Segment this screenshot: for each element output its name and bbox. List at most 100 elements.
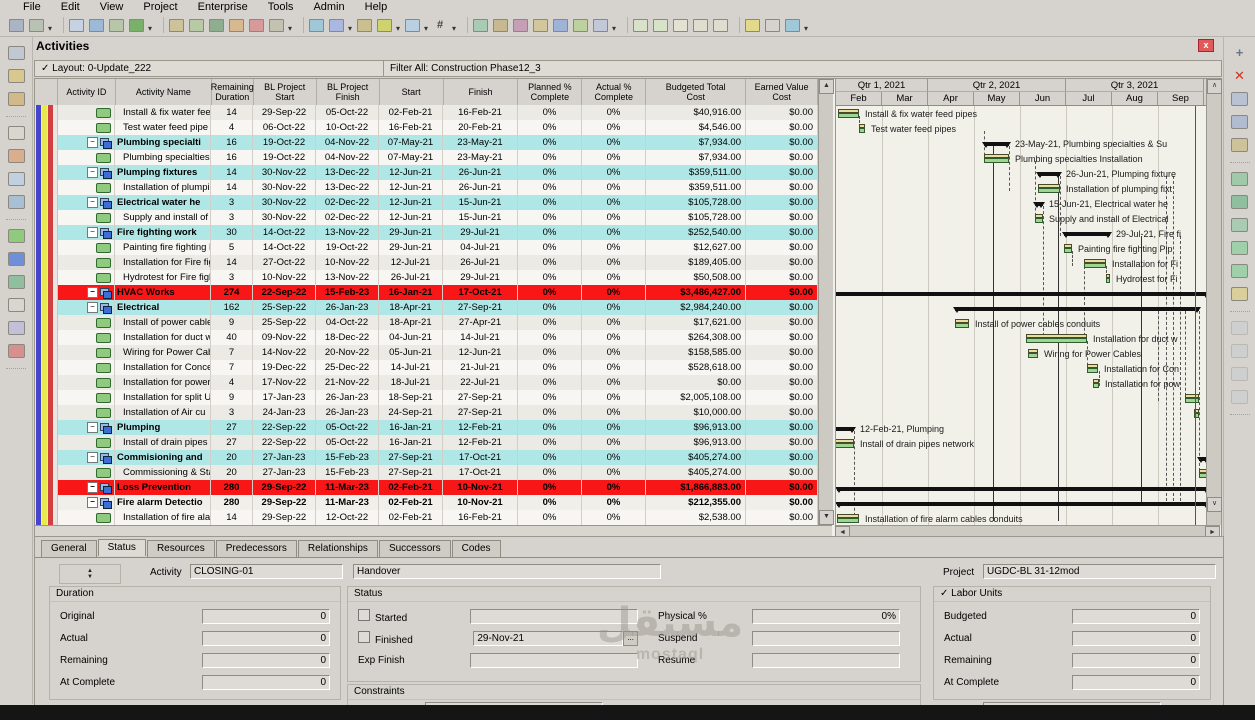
caret-down-icon[interactable]: ▾ xyxy=(422,17,430,33)
assign-resource-icon[interactable] xyxy=(1230,169,1250,188)
menu-help[interactable]: Help xyxy=(356,1,397,13)
menu-project[interactable]: Project xyxy=(134,1,186,13)
table-row[interactable]: Installation of plumpi 14 30-Nov-22 13-Dec-… xyxy=(57,180,818,195)
collapse-icon[interactable]: − xyxy=(87,197,98,208)
group-sort-icon[interactable] xyxy=(403,17,421,34)
labor-field[interactable]: 0 xyxy=(1072,609,1200,624)
table-row[interactable]: Installation for split U 9 17-Jan-23 26-Jan… xyxy=(57,390,818,405)
spinner-down-icon[interactable]: ▼ xyxy=(87,574,93,580)
table-row[interactable]: Installation for power 4 17-Nov-22 21-Nov-2… xyxy=(57,375,818,390)
tab-relationships[interactable]: Relationships xyxy=(297,540,378,557)
table-row[interactable]: Wiring for Power Cab 7 14-Nov-22 20-Nov-22 0… xyxy=(57,345,818,360)
clear-icon[interactable] xyxy=(267,17,285,34)
help-question-icon[interactable] xyxy=(763,17,781,34)
task-bar[interactable] xyxy=(1084,259,1106,268)
task-bar[interactable] xyxy=(1026,334,1087,343)
column-header-7[interactable]: Planned % Complete xyxy=(518,79,583,105)
timescale-month[interactable]: Sep xyxy=(1158,92,1204,105)
collapse-icon[interactable]: − xyxy=(87,302,98,313)
zoom-in-icon[interactable] xyxy=(631,17,649,34)
finished-checkbox[interactable] xyxy=(358,631,370,643)
timescale-month[interactable]: Jun xyxy=(1020,92,1066,105)
task-bar[interactable] xyxy=(1106,274,1110,283)
gantt-view-icon[interactable] xyxy=(87,17,105,34)
duration-field[interactable]: 0 xyxy=(202,609,330,624)
open-project-icon[interactable] xyxy=(6,66,26,85)
task-bar[interactable] xyxy=(1087,364,1098,373)
caret-down-icon[interactable]: ▾ xyxy=(286,17,294,33)
column-header-4[interactable]: BL Project Finish xyxy=(317,79,380,105)
activity-id-field[interactable]: CLOSING-01 xyxy=(190,564,343,579)
layout-selector[interactable]: ✓ Layout: 0-Update_222 xyxy=(35,61,384,76)
summary-bar[interactable] xyxy=(953,307,1201,313)
task-bar[interactable] xyxy=(955,319,969,328)
project-field[interactable]: UGDC-BL 31-12mod xyxy=(983,564,1216,579)
summary-bar[interactable] xyxy=(982,142,1011,148)
exp-finish-field[interactable] xyxy=(470,653,638,668)
collapse-icon[interactable]: − xyxy=(87,167,98,178)
summary-bar[interactable] xyxy=(836,292,1207,298)
physical-field[interactable]: 0% xyxy=(752,609,900,624)
started-field[interactable] xyxy=(470,609,638,624)
column-header-9[interactable]: Budgeted Total Cost xyxy=(646,79,747,105)
menu-tools[interactable]: Tools xyxy=(259,1,303,13)
task-bar[interactable] xyxy=(1093,379,1099,388)
assignments-icon[interactable] xyxy=(6,272,26,291)
duration-field[interactable]: 0 xyxy=(202,653,330,668)
table-row[interactable]: − HVAC Works 274 22-Sep-22 15-Feb-23 16-Jan-2… xyxy=(57,285,818,300)
filter-selector[interactable]: Filter All: Construction Phase12_3 xyxy=(384,63,1221,74)
table-row[interactable]: Installation for duct w 40 09-Nov-22 18-Dec… xyxy=(57,330,818,345)
caret-down-icon[interactable]: ▾ xyxy=(394,17,402,33)
tab-general[interactable]: General xyxy=(41,540,97,557)
menu-admin[interactable]: Admin xyxy=(304,1,353,13)
timescale-month[interactable]: Jul xyxy=(1066,92,1112,105)
import-icon[interactable] xyxy=(6,89,26,108)
copy-icon[interactable] xyxy=(1230,112,1250,131)
shift-left-icon[interactable] xyxy=(1230,364,1250,383)
collapse-icon[interactable]: − xyxy=(87,422,98,433)
task-bar[interactable] xyxy=(838,109,859,118)
print-icon[interactable] xyxy=(7,17,25,34)
level-icon[interactable] xyxy=(491,17,509,34)
menu-file[interactable]: File xyxy=(14,1,50,13)
store-period-icon[interactable] xyxy=(551,17,569,34)
update-progress-icon[interactable] xyxy=(247,17,265,34)
report-icon[interactable] xyxy=(591,17,609,34)
summary-bar[interactable] xyxy=(1036,172,1062,178)
assign-successor-icon[interactable] xyxy=(1230,261,1250,280)
reports-icon[interactable] xyxy=(6,169,26,188)
task-bar[interactable] xyxy=(984,154,1009,163)
column-header-5[interactable]: Start xyxy=(380,79,444,105)
summary-bar[interactable] xyxy=(1033,202,1045,208)
table-row[interactable]: Install of drain pipes 27 22-Sep-22 05-Oct-… xyxy=(57,435,818,450)
gantt-vertical-scrollbar[interactable]: ∧ ∨ xyxy=(1206,79,1222,525)
number-icon[interactable]: # xyxy=(431,17,449,34)
move-up-icon[interactable] xyxy=(1230,318,1250,337)
global-change-icon[interactable] xyxy=(531,17,549,34)
documents-icon[interactable] xyxy=(6,295,26,314)
column-header-6[interactable]: Finish xyxy=(444,79,519,105)
timescale-month[interactable]: Apr xyxy=(928,92,974,105)
task-bar[interactable] xyxy=(836,439,854,448)
zoom-fit-icon[interactable] xyxy=(671,17,689,34)
timescale-month[interactable]: May xyxy=(974,92,1020,105)
task-bar[interactable] xyxy=(1035,214,1043,223)
resume-field[interactable] xyxy=(752,653,900,668)
caret-down-icon[interactable]: ▾ xyxy=(610,17,618,33)
zoom-out-icon[interactable] xyxy=(651,17,669,34)
resources-icon[interactable] xyxy=(6,146,26,165)
timescale-quarter[interactable]: Qtr 1, 2021 xyxy=(836,79,928,92)
caret-down-icon[interactable]: ▾ xyxy=(802,17,810,33)
table-row[interactable]: − Electrical 162 25-Sep-22 26-Jan-23 18-Apr-2… xyxy=(57,300,818,315)
menu-view[interactable]: View xyxy=(91,1,133,13)
activity-name-field[interactable]: Handover xyxy=(353,564,661,579)
duration-field[interactable]: 0 xyxy=(202,631,330,646)
finished-field[interactable]: 29-Nov-21 xyxy=(473,631,624,646)
task-bar[interactable] xyxy=(859,124,865,133)
activity-details-icon[interactable] xyxy=(307,17,325,34)
activity-spinner[interactable]: ▲ ▼ xyxy=(59,564,121,584)
table-row[interactable]: − Commisioning and 20 27-Jan-23 15-Feb-23 27-… xyxy=(57,450,818,465)
close-icon[interactable]: x xyxy=(1198,39,1214,52)
suspend-field[interactable] xyxy=(752,631,900,646)
table-row[interactable]: Installation for Conce 7 19-Dec-22 25-Dec-2… xyxy=(57,360,818,375)
